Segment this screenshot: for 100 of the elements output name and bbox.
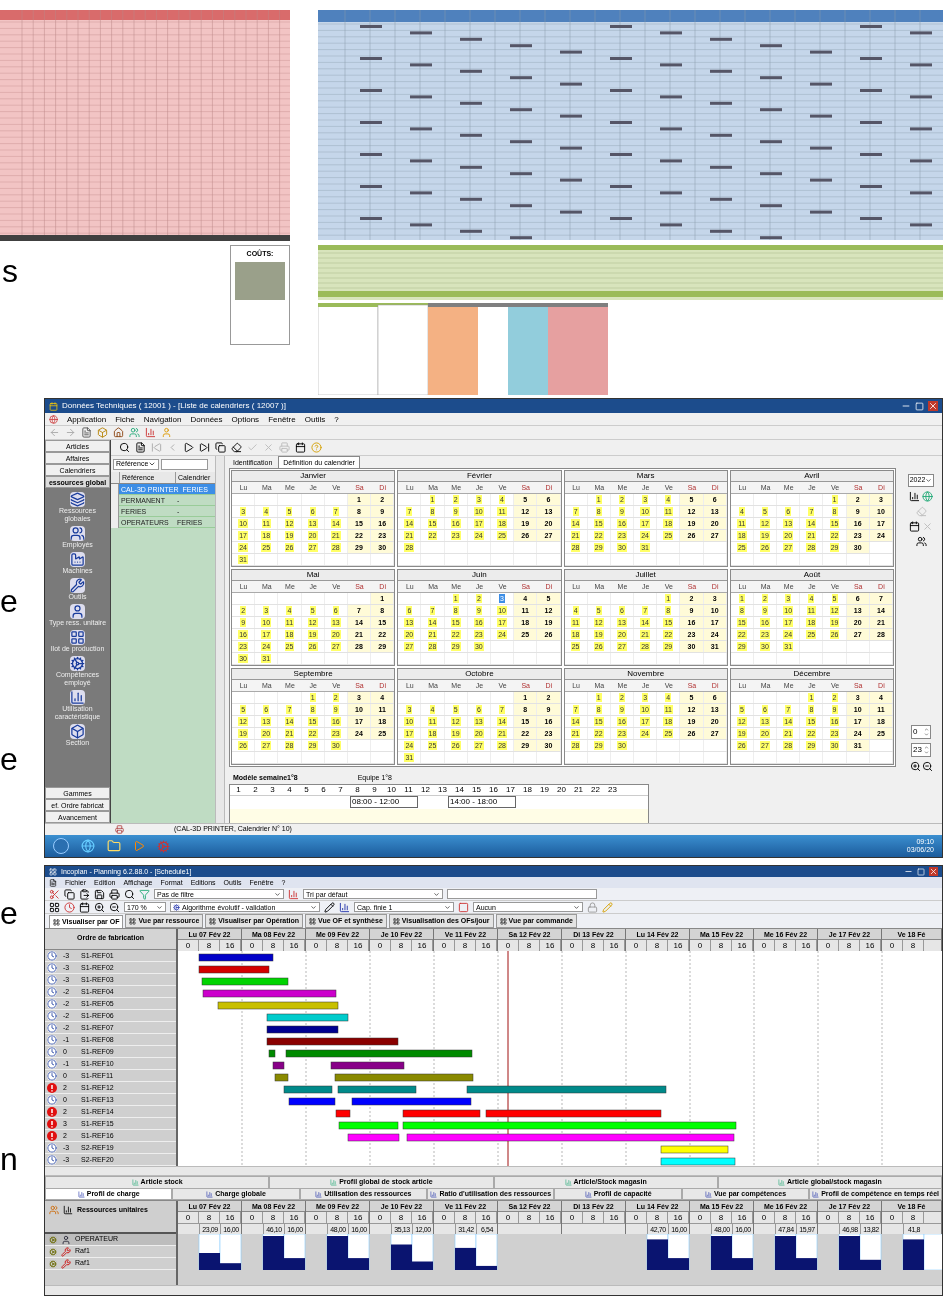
menu-item[interactable]: Fenêtre: [268, 412, 296, 426]
document-icon[interactable]: [49, 878, 57, 887]
month-title: Février: [398, 471, 561, 482]
nav-item-icon[interactable]: [70, 492, 85, 507]
grid-icon[interactable]: [49, 901, 60, 913]
alert-icon: [47, 1130, 57, 1141]
grid-icon: [499, 917, 507, 925]
menu-item[interactable]: Options: [231, 412, 260, 426]
gear-icon: [49, 1247, 57, 1256]
people-icon[interactable]: [915, 535, 927, 547]
menu-item[interactable]: Application: [67, 412, 107, 426]
hour-label: 16: [668, 940, 689, 951]
print-icon[interactable]: [109, 888, 120, 900]
add-document-icon[interactable]: [135, 442, 146, 453]
menu-item[interactable]: Données: [190, 412, 223, 426]
next-icon[interactable]: [183, 442, 194, 453]
shift-field[interactable]: 08:00 - 12:00: [350, 796, 418, 808]
box-icon[interactable]: [97, 427, 108, 438]
gantt-bar[interactable]: [268, 1049, 276, 1058]
hour-label: 8: [583, 940, 604, 951]
hour-label: 8: [327, 940, 348, 951]
hour-label: 0: [882, 940, 903, 951]
media-player-icon[interactable]: [133, 840, 145, 852]
hour-label: 6: [320, 784, 327, 795]
zoom-in-icon[interactable]: [909, 760, 921, 772]
person-icon: [61, 1234, 71, 1245]
house-icon[interactable]: [113, 427, 124, 438]
number-spinner[interactable]: 23: [911, 742, 931, 757]
hour-label: 16: [284, 940, 305, 951]
nav-item-icon[interactable]: [70, 690, 85, 705]
text-field[interactable]: [447, 889, 597, 899]
search-input[interactable]: [161, 458, 209, 470]
gantt-bar[interactable]: [351, 1097, 472, 1106]
hour-label: 8: [903, 940, 924, 951]
gantt-bar[interactable]: [198, 953, 274, 962]
tool-icon: [61, 1258, 71, 1269]
maximize-icon[interactable]: [915, 401, 924, 411]
gantt-bar[interactable]: [266, 1025, 339, 1034]
menu-item[interactable]: Outils: [304, 412, 326, 426]
chart-icon[interactable]: [63, 1205, 73, 1215]
clock-icon: [47, 962, 57, 973]
nav-item-icon[interactable]: [70, 604, 85, 619]
number-spinner[interactable]: 0: [911, 724, 931, 739]
close-icon[interactable]: [928, 401, 938, 411]
calendar-icon[interactable]: [909, 520, 920, 532]
browser-icon[interactable]: [81, 839, 95, 853]
last-icon[interactable]: [199, 442, 210, 453]
zoom-out-icon[interactable]: [921, 760, 933, 772]
hour-label: 0: [754, 940, 775, 951]
nav-item-icon[interactable]: [70, 578, 85, 593]
calendar-icon[interactable]: [79, 901, 90, 913]
nav-item-icon[interactable]: [70, 552, 85, 567]
hour-label: 11: [403, 784, 414, 795]
copy-icon[interactable]: [215, 442, 226, 453]
menu-item[interactable]: Fiche: [115, 412, 135, 426]
scissors-icon[interactable]: [49, 888, 60, 900]
nav-item-icon[interactable]: [70, 630, 85, 645]
gantt-bar[interactable]: [274, 1073, 289, 1082]
gantt-bar[interactable]: [266, 1037, 399, 1046]
stop-icon[interactable]: [458, 901, 469, 913]
check-icon[interactable]: [247, 442, 258, 453]
slide-text: e: [0, 583, 19, 619]
gantt-bar[interactable]: [272, 1061, 285, 1070]
folder-icon[interactable]: [107, 839, 121, 853]
gear-icon: [49, 1259, 57, 1268]
zoom-in-icon[interactable]: [94, 901, 105, 913]
eraser-icon[interactable]: [231, 442, 242, 453]
copy-icon[interactable]: [64, 888, 75, 900]
search-icon[interactable]: [119, 442, 130, 453]
grid-icon: [392, 917, 400, 925]
close-icon[interactable]: [929, 867, 938, 876]
shift-field[interactable]: 14:00 - 18:00: [448, 796, 516, 808]
save-icon[interactable]: [94, 888, 105, 900]
nav-item-icon[interactable]: [70, 526, 85, 541]
start-button[interactable]: [53, 838, 69, 854]
menu-item[interactable]: Navigation: [143, 412, 182, 426]
hour-label: 8: [775, 940, 796, 951]
hour-label: 16: [604, 940, 625, 951]
nav-item-icon[interactable]: [70, 656, 85, 671]
nav-item-icon[interactable]: [70, 724, 85, 739]
document-icon[interactable]: [81, 427, 92, 438]
clock-icon[interactable]: [64, 901, 75, 913]
calendar-icon[interactable]: [295, 442, 306, 453]
gantt-bar[interactable]: [335, 1109, 351, 1118]
chart-icon[interactable]: [909, 490, 920, 502]
app-menu-icon[interactable]: [49, 414, 58, 424]
maximize-icon[interactable]: [917, 867, 925, 876]
paste-icon[interactable]: [79, 888, 90, 900]
gantt-bar[interactable]: [288, 1097, 336, 1106]
bar-chart-icon[interactable]: [339, 901, 350, 913]
bar-chart-icon[interactable]: [145, 427, 156, 438]
sort-icon[interactable]: [288, 888, 299, 900]
pencil-icon[interactable]: [324, 901, 335, 913]
menu-item[interactable]: ?: [334, 412, 339, 426]
gantt-bar[interactable]: [198, 965, 270, 974]
search-icon[interactable]: [124, 888, 135, 900]
gantt-bar[interactable]: [330, 1061, 405, 1070]
hour-label: 5: [303, 784, 310, 795]
zoom-out-icon[interactable]: [109, 901, 120, 913]
grid-icon: [209, 917, 217, 925]
